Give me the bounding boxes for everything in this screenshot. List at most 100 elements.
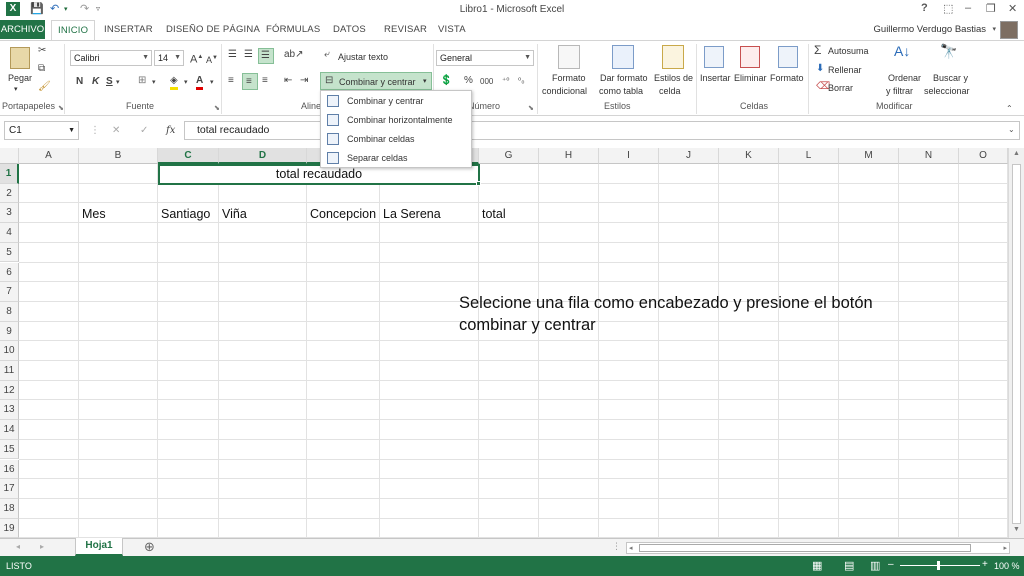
decrease-decimal-icon[interactable]: ⁰₀ — [518, 75, 525, 87]
number-format-combo[interactable]: General ▼ — [436, 50, 534, 66]
column-header-l[interactable]: L — [779, 148, 839, 164]
cell-d3[interactable]: Viña — [222, 207, 247, 221]
cell-b3[interactable]: Mes — [82, 207, 106, 221]
autosum-button[interactable]: Autosuma — [828, 46, 869, 56]
sheet-tab-hoja1[interactable]: Hoja1 — [75, 538, 123, 556]
sort-filter-icon[interactable]: A↓ — [894, 44, 910, 58]
underline-dropdown-icon[interactable]: ▾ — [116, 77, 120, 89]
tab-vista[interactable]: VISTA — [438, 24, 466, 35]
vertical-scrollbar[interactable]: ▲ ▼ — [1008, 148, 1024, 538]
font-launcher-icon[interactable]: ⬊ — [214, 104, 220, 112]
tab-diseno-pagina[interactable]: DISEÑO DE PÁGINA — [166, 24, 260, 35]
zoom-level[interactable]: 100 % — [994, 561, 1020, 571]
user-name[interactable]: Guillermo Verdugo Bastias — [874, 24, 986, 35]
scroll-down-icon[interactable]: ▼ — [1013, 526, 1020, 533]
autosum-icon[interactable]: Σ — [814, 44, 821, 56]
orientation-icon[interactable]: ab↗ — [284, 49, 304, 61]
cell-styles-label-1[interactable]: Estilos de — [654, 73, 693, 83]
borders-icon[interactable]: ⊞ — [138, 75, 146, 87]
sort-filter-label-1[interactable]: Ordenar — [888, 73, 921, 83]
column-header-k[interactable]: K — [719, 148, 779, 164]
italic-button[interactable]: K — [92, 76, 99, 88]
bold-button[interactable]: N — [76, 76, 83, 88]
tab-revisar[interactable]: REVISAR — [384, 24, 427, 35]
row-header-9[interactable]: 9 — [0, 321, 19, 342]
conditional-format-icon[interactable] — [558, 45, 580, 69]
scroll-left-icon[interactable]: ◂ — [629, 544, 633, 552]
column-header-h[interactable]: H — [539, 148, 599, 164]
merge-center-button[interactable]: ⊟ Combinar y centrar ▾ — [320, 72, 432, 90]
zoom-slider[interactable] — [900, 565, 980, 566]
worksheet-grid[interactable]: ABCDEFGHIJKLMNO 123456789101112131415161… — [0, 148, 1008, 539]
decrease-indent-icon[interactable]: ⇤ — [284, 75, 292, 87]
hscroll-thumb[interactable] — [639, 544, 971, 552]
row-header-11[interactable]: 11 — [0, 361, 19, 381]
font-color-dropdown-icon[interactable]: ▾ — [210, 77, 214, 89]
format-painter-icon[interactable]: 🖌 — [38, 81, 51, 93]
fill-icon[interactable]: ⬇ — [816, 63, 824, 75]
enter-icon[interactable]: ✓ — [140, 125, 148, 137]
fill-color-icon[interactable]: ◈ — [170, 75, 178, 90]
paste-button[interactable]: Pegar — [8, 73, 32, 83]
align-top-icon[interactable]: ☰ — [228, 49, 237, 61]
sort-filter-label-2[interactable]: y filtrar — [886, 86, 913, 96]
find-select-label-1[interactable]: Buscar y — [933, 73, 968, 83]
format-table-label-2[interactable]: como tabla — [599, 86, 643, 96]
row-header-7[interactable]: 7 — [0, 282, 19, 302]
align-left-icon[interactable]: ≡ — [228, 75, 234, 87]
align-middle-icon[interactable]: ☰ — [244, 49, 253, 61]
row-header-2[interactable]: 2 — [0, 183, 19, 204]
borders-dropdown-icon[interactable]: ▾ — [152, 77, 156, 89]
row-header-15[interactable]: 15 — [0, 439, 19, 460]
tab-inicio[interactable]: INICIO — [51, 20, 96, 41]
format-table-icon[interactable] — [612, 45, 634, 69]
row-header-19[interactable]: 19 — [0, 518, 19, 539]
cell-c3[interactable]: Santiago — [161, 207, 210, 221]
clipboard-launcher-icon[interactable]: ⬊ — [58, 104, 64, 112]
row-header-5[interactable]: 5 — [0, 242, 19, 263]
find-select-label-2[interactable]: seleccionar — [924, 86, 970, 96]
clear-button[interactable]: Borrar — [828, 83, 853, 93]
cancel-icon[interactable]: ✕ — [112, 125, 120, 137]
paste-dropdown-icon[interactable]: ▾ — [14, 85, 18, 93]
conditional-format-label-1[interactable]: Formato — [552, 73, 586, 83]
cell-styles-label-2[interactable]: celda — [659, 86, 681, 96]
row-header-4[interactable]: 4 — [0, 223, 19, 243]
row-header-10[interactable]: 10 — [0, 341, 19, 361]
column-header-d[interactable]: D — [219, 148, 307, 164]
row-header-17[interactable]: 17 — [0, 479, 19, 499]
next-sheet-icon[interactable]: ▸ — [40, 542, 44, 551]
close-button[interactable]: ✕ — [1008, 2, 1017, 15]
menu-item-merge-cells[interactable]: Combinar celdas — [321, 130, 471, 149]
ribbon-display-icon[interactable]: ⬚ — [943, 2, 953, 15]
fill-button[interactable]: Rellenar — [828, 65, 862, 75]
fill-dropdown-icon[interactable]: ▾ — [184, 77, 188, 89]
row-header-16[interactable]: 16 — [0, 459, 19, 480]
format-cells-button[interactable]: Formato — [770, 73, 804, 83]
grow-font-icon[interactable]: A▲ — [190, 51, 203, 66]
column-header-n[interactable]: N — [899, 148, 959, 164]
page-break-icon[interactable]: ▥ — [870, 559, 880, 572]
wrap-text-button[interactable]: Ajustar texto — [338, 52, 388, 62]
column-header-a[interactable]: A — [19, 148, 79, 164]
scroll-thumb[interactable] — [1012, 164, 1021, 524]
underline-button[interactable]: S — [106, 76, 113, 88]
split-handle-icon[interactable]: ⋮ — [612, 541, 621, 552]
add-sheet-icon[interactable]: ⊕ — [144, 539, 155, 555]
find-select-icon[interactable]: 🔭 — [940, 44, 957, 58]
tab-archivo[interactable]: ARCHIVO — [0, 20, 45, 39]
align-center-button[interactable]: ≡ — [242, 73, 258, 90]
menu-item-merge-across[interactable]: Combinar horizontalmente — [321, 111, 471, 130]
delete-cells-button[interactable]: Eliminar — [734, 73, 767, 83]
page-layout-icon[interactable]: ▤ — [844, 559, 854, 572]
column-header-g[interactable]: G — [479, 148, 539, 164]
cell-g3[interactable]: total — [482, 207, 506, 221]
restore-button[interactable]: ❐ — [986, 2, 996, 15]
formula-input[interactable]: total recaudado — [184, 121, 1020, 140]
row-header-13[interactable]: 13 — [0, 400, 19, 421]
increase-decimal-icon[interactable]: ⁺⁰ — [502, 75, 509, 87]
row-header-12[interactable]: 12 — [0, 380, 19, 401]
prev-sheet-icon[interactable]: ◂ — [16, 542, 20, 551]
font-size-combo[interactable]: 14 ▼ — [154, 50, 184, 66]
name-box[interactable]: C1 ▼ — [4, 121, 79, 140]
